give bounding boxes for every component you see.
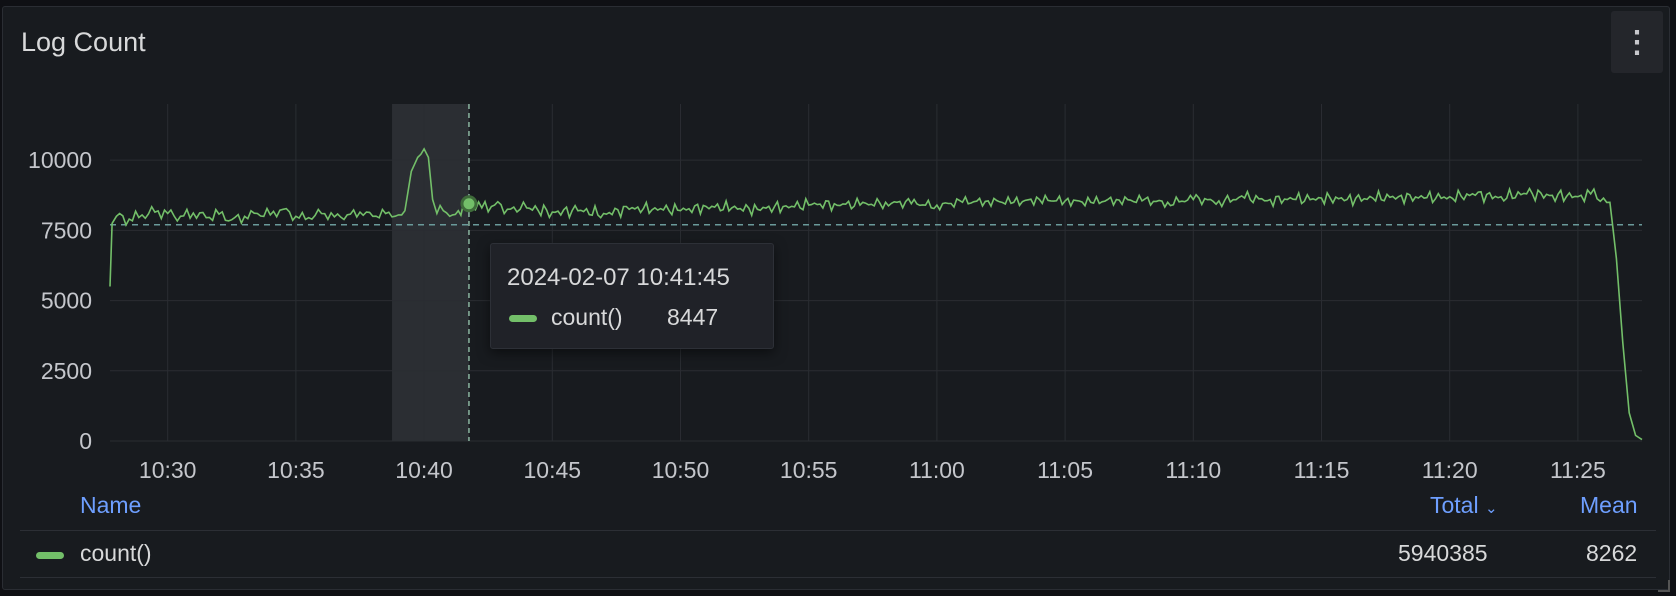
line-chart[interactable]: 0 2500 5000 7500 10000 10:30 10:35 10:40 10:45 10… [0, 0, 1676, 596]
legend-header-total[interactable]: Total ⌄ [1430, 492, 1498, 519]
legend-header-total-label: Total [1430, 492, 1479, 518]
y-tick-label: 7500 [41, 217, 92, 243]
legend-series-name[interactable]: count() [80, 540, 152, 567]
x-tick-label: 11:15 [1294, 457, 1350, 483]
tooltip-series-name: count() [551, 304, 623, 330]
x-tick-label: 11:25 [1550, 457, 1606, 483]
legend-bottom-divider [20, 577, 1656, 578]
resize-handle-icon[interactable] [1658, 580, 1670, 592]
highlight-region [392, 104, 469, 441]
x-tick-label: 10:30 [139, 457, 197, 483]
x-tick-label: 10:50 [652, 457, 710, 483]
x-tick-label: 10:55 [780, 457, 838, 483]
x-tick-label: 10:45 [524, 457, 582, 483]
series-line-count [109, 147, 1643, 441]
legend-header-mean[interactable]: Mean [1580, 492, 1638, 519]
legend-header-name[interactable]: Name [80, 492, 141, 519]
x-tick-label: 11:10 [1165, 457, 1221, 483]
legend-series-swatch [36, 552, 64, 559]
legend-series-mean: 8262 [1586, 540, 1638, 566]
hover-tooltip: 2024-02-07 10:41:45 count() 8447 [490, 243, 774, 349]
y-tick-label: 10000 [28, 147, 92, 173]
legend-divider [20, 530, 1656, 531]
y-tick-label: 2500 [41, 358, 92, 384]
tooltip-series-swatch [509, 315, 537, 322]
y-tick-label: 0 [79, 428, 92, 454]
x-tick-label: 11:05 [1037, 457, 1093, 483]
x-tick-label: 10:35 [267, 457, 325, 483]
x-tick-label: 11:20 [1422, 457, 1478, 483]
x-tick-label: 11:00 [909, 457, 965, 483]
legend-series-total: 5940385 [1398, 540, 1488, 566]
x-tick-label: 10:40 [395, 457, 453, 483]
hover-point [460, 195, 478, 213]
y-tick-label: 5000 [41, 288, 92, 314]
tooltip-time: 2024-02-07 10:41:45 [507, 264, 730, 291]
tooltip-series-value: 8447 [667, 304, 719, 330]
chevron-down-icon: ⌄ [1484, 500, 1498, 517]
